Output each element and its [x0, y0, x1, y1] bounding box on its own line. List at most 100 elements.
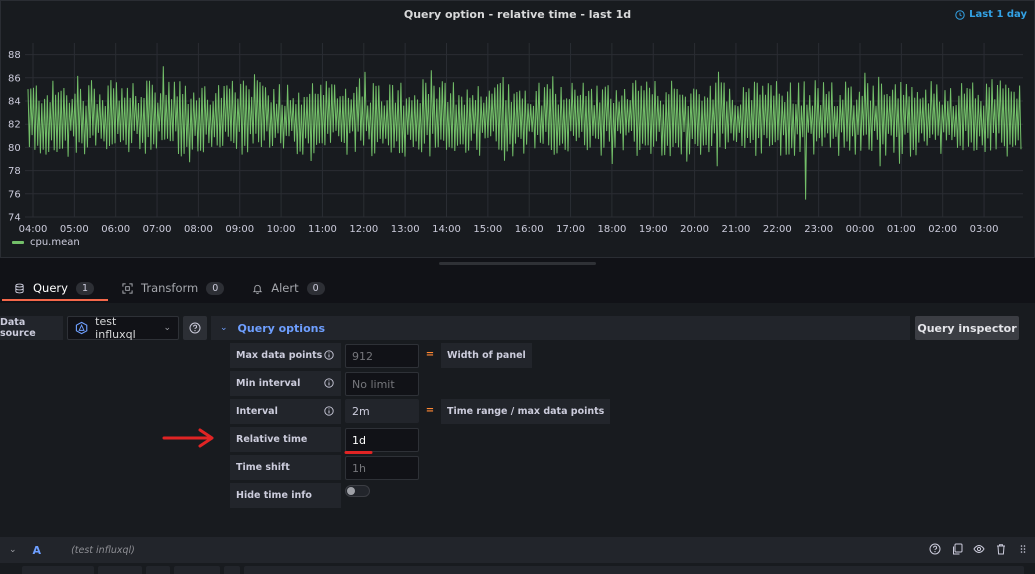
query-options-toggle[interactable]: ⌄ Query options	[211, 316, 910, 340]
time-shift-text: Time shift	[236, 462, 290, 473]
where-field[interactable]	[174, 566, 220, 574]
where-filler	[244, 566, 1024, 574]
legend-item[interactable]: cpu.mean	[12, 237, 80, 248]
transform-icon	[122, 282, 133, 294]
duplicate-icon[interactable]	[951, 543, 963, 555]
chevron-down-icon: ⌄	[220, 323, 228, 333]
from-field[interactable]	[22, 566, 94, 574]
tab-transform[interactable]: Transform 0	[108, 273, 238, 303]
interval-value: 2m	[345, 399, 419, 423]
x-tick-label: 06:00	[101, 224, 130, 235]
editor-tabs: Query 1 Transform 0 Alert 0	[0, 273, 1035, 303]
y-tick-label: 80	[8, 143, 21, 154]
hide-time-info-text: Hide time info	[236, 490, 312, 501]
drag-handle-icon[interactable]	[1017, 543, 1029, 555]
x-tick-label: 04:00	[19, 224, 48, 235]
time-shift-label: Time shift	[230, 455, 341, 480]
x-tick-label: 23:00	[804, 224, 833, 235]
x-tick-label: 22:00	[763, 224, 792, 235]
tab-alert-label: Alert	[271, 281, 299, 295]
x-tick-label: 09:00	[225, 224, 254, 235]
interval-description: Time range / max data points	[441, 399, 611, 424]
x-tick-label: 02:00	[928, 224, 957, 235]
legend-label: cpu.mean	[30, 237, 80, 248]
series-line-cpu-mean[interactable]	[27, 66, 1022, 200]
chevron-down-icon: ⌄	[163, 323, 171, 333]
tab-transform-count: 0	[206, 281, 225, 295]
query-row-header[interactable]: ⌄ A (test influxql)	[0, 537, 1035, 563]
trash-icon[interactable]	[995, 543, 1007, 555]
x-tick-label: 12:00	[349, 224, 378, 235]
query-inspector-button[interactable]: Query inspector	[915, 316, 1019, 340]
query-row-actions	[929, 543, 1029, 555]
min-interval-input[interactable]: No limit	[345, 372, 419, 396]
clock-icon	[955, 9, 965, 20]
datasource-picker[interactable]: test influxql ⌄	[67, 315, 179, 341]
legend-swatch	[12, 241, 24, 244]
time-range-label: Last 1 day	[969, 9, 1027, 20]
measurement-field[interactable]	[98, 566, 142, 574]
relative-time-label: Relative time	[230, 427, 341, 452]
y-tick-label: 88	[8, 50, 21, 61]
hide-time-info-toggle[interactable]	[345, 485, 370, 497]
query-options-title: Query options	[237, 321, 326, 335]
annotation-arrow-icon	[162, 428, 214, 448]
max-data-points-input[interactable]: 912	[345, 344, 419, 368]
max-data-points-label: Max data points	[230, 343, 341, 368]
y-tick-label: 76	[8, 189, 21, 200]
y-tick-label: 82	[8, 120, 21, 131]
bell-icon	[252, 284, 263, 294]
x-tick-label: 00:00	[846, 224, 875, 235]
timeseries-chart[interactable]: 88 86 84 82 80 78 76 7404:00 05:00 06:00 07:00 08:0…	[1, 31, 1035, 236]
graph-panel: Query option - relative time - last 1d L…	[0, 0, 1035, 258]
tab-query-label: Query	[33, 281, 68, 295]
x-tick-label: 05:00	[60, 224, 89, 235]
interval-text: Interval	[236, 406, 278, 417]
info-icon[interactable]	[324, 406, 334, 416]
help-icon	[189, 322, 201, 334]
hide-time-info-label: Hide time info	[230, 483, 341, 508]
x-tick-label: 21:00	[722, 224, 751, 235]
tab-query-count: 1	[75, 281, 94, 295]
toggle-knob	[347, 487, 355, 495]
info-icon[interactable]	[324, 350, 334, 360]
equals-sign: =	[425, 349, 435, 360]
influxdb-icon	[75, 321, 88, 335]
x-tick-label: 03:00	[970, 224, 999, 235]
time-shift-input[interactable]: 1h	[345, 456, 419, 480]
datasource-help-button[interactable]	[183, 316, 207, 340]
eye-icon[interactable]	[973, 543, 985, 555]
y-tick-label: 84	[8, 97, 21, 108]
equals-sign: =	[425, 405, 435, 416]
chevron-down-icon[interactable]: ⌄	[9, 545, 17, 555]
resize-handle[interactable]	[439, 262, 596, 265]
interval-label: Interval	[230, 399, 341, 424]
x-tick-label: 10:00	[267, 224, 296, 235]
x-tick-label: 18:00	[597, 224, 626, 235]
tab-alert-count: 0	[306, 281, 325, 295]
tab-query[interactable]: Query 1	[0, 273, 108, 303]
max-data-points-description: Width of panel	[441, 343, 532, 368]
x-tick-label: 20:00	[680, 224, 709, 235]
datasource-name: test influxql	[95, 315, 136, 341]
x-tick-label: 13:00	[391, 224, 420, 235]
tab-alert[interactable]: Alert 0	[238, 273, 338, 303]
relative-time-input[interactable]: 1d	[345, 428, 419, 452]
x-tick-label: 15:00	[473, 224, 502, 235]
max-data-points-text: Max data points	[236, 350, 323, 361]
x-tick-label: 08:00	[184, 224, 213, 235]
help-icon[interactable]	[929, 543, 941, 555]
time-range-badge[interactable]: Last 1 day	[955, 9, 1027, 20]
info-icon[interactable]	[324, 378, 334, 388]
annotation-underline	[344, 451, 373, 454]
x-tick-label: 07:00	[143, 224, 172, 235]
field-selector[interactable]	[146, 566, 170, 574]
add-condition[interactable]	[224, 566, 240, 574]
panel-title: Query option - relative time - last 1d	[403, 8, 632, 21]
y-tick-label: 78	[8, 166, 21, 177]
y-tick-label: 86	[8, 73, 21, 84]
x-tick-label: 17:00	[556, 224, 585, 235]
database-icon	[15, 283, 24, 293]
query-ref-id[interactable]: A	[33, 544, 42, 557]
query-editor-fields-strip	[0, 566, 1035, 574]
